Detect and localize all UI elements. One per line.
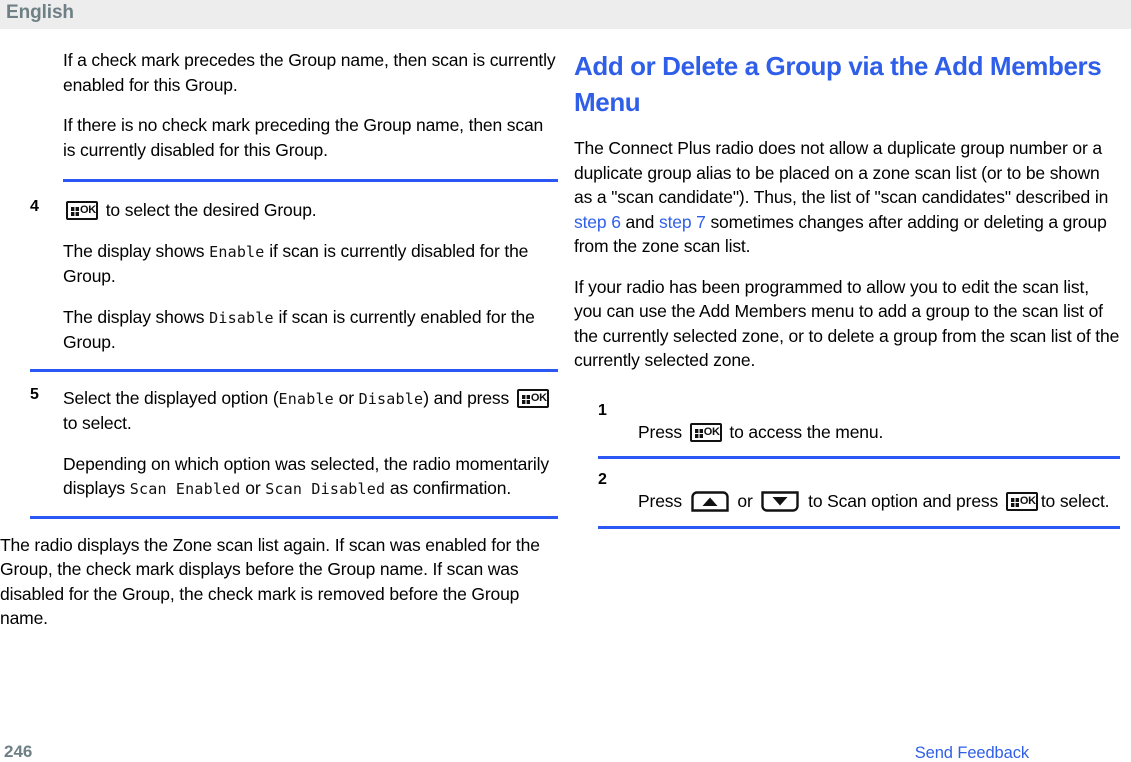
closing-paragraph: The radio displays the Zone scan list ag… [0, 534, 540, 629]
right-step-1-text: Press OK to access the menu. [638, 402, 1120, 445]
ok-key-text: OK [80, 204, 96, 216]
step-5-sub-mid: or [240, 478, 266, 498]
step-5-mono-disable: Disable [358, 389, 424, 408]
right-p1-mid: and [620, 211, 659, 232]
right-step-2: 2 Press or to Scan option and press OK t… [574, 471, 1120, 514]
step-5-pre: Select the displayed option ( [63, 387, 279, 408]
footer-page-number: 246 [4, 742, 33, 761]
down-arrow-key-shape [761, 491, 800, 512]
divider-below-right-step2 [598, 525, 1120, 529]
step-5-mono-enable: Enable [278, 389, 334, 408]
step-4-lead: OK to select the desired Group. [63, 198, 558, 223]
step-4-sub-1-mono: Enable [209, 242, 265, 261]
right-step-1-pre: Press [638, 421, 682, 442]
link-step-6[interactable]: step 6 [574, 212, 621, 232]
ok-key-grid-glyph [521, 394, 530, 404]
step-5: 5 Select the displayed option (Enable or… [12, 386, 558, 502]
left-column: If a check mark precedes the Group name,… [0, 48, 558, 631]
right-step-1-post: to access the menu. [724, 421, 884, 442]
up-arrow-key-shape [691, 491, 729, 512]
right-step-1-number: 1 [598, 401, 607, 419]
step-5-sub-post: as confirmation. [385, 478, 512, 498]
step-4-number: 4 [30, 198, 39, 215]
right-p1-pre: The Connect Plus radio does not allow a … [574, 138, 1109, 207]
ok-key-text: OK [530, 391, 547, 404]
step-4-sub-2-pre: The display shows [63, 306, 210, 327]
link-step-7[interactable]: step 7 [659, 212, 706, 232]
ok-key-text: OK [1019, 495, 1036, 507]
ok-key-icon[interactable]: OK [689, 422, 722, 442]
right-step-2-text: Press or to Scan option and press OK to … [638, 471, 1120, 514]
step-5-lead: Select the displayed option (Enable or D… [63, 386, 558, 436]
step-5-number: 5 [30, 385, 39, 403]
step-5-sub-mono-scan-disabled: Scan Disabled [265, 480, 386, 498]
step-4-sub-2-mono: Disable [209, 308, 274, 327]
right-paragraph-2: If your radio has been programmed to all… [574, 276, 1120, 371]
step-4-sub-2: The display shows Disable if scan is cur… [63, 305, 558, 355]
page-header-bar [0, 0, 1131, 29]
right-paragraph-1: The Connect Plus radio does not allow a … [574, 136, 1120, 259]
ok-key-text: OK [703, 425, 720, 438]
note-checkmark-disabled: If there is no check mark preceding the … [63, 115, 544, 160]
right-step-2-mid: or [732, 491, 758, 511]
step-4-sub-1: The display shows Enable if scan is curr… [63, 239, 558, 289]
ok-key-grid-glyph [71, 207, 79, 216]
step-5-sub-mono-scan-enabled: Scan Enabled [129, 480, 241, 498]
step-5-mid: or [333, 387, 359, 408]
right-column: Add or Delete a Group via the Add Member… [574, 48, 1120, 529]
step-4-lead-text: to select the desired Group. [101, 200, 317, 220]
down-arrow-key-icon[interactable] [761, 491, 800, 512]
step-4: 4 OK to select the desired Group. The di… [12, 198, 558, 355]
right-step-2-tail: to select. [1040, 491, 1110, 511]
step-5-post: ) and press [423, 387, 510, 408]
note-checkmark-enabled: If a check mark precedes the Group name,… [63, 50, 556, 95]
header-language-label: English [6, 2, 74, 23]
ok-key-grid-glyph [694, 428, 703, 438]
step-4-sub-1-pre: The display shows [63, 240, 210, 261]
manual-page: English If a check mark precedes the Gro… [0, 0, 1131, 762]
right-step-2-post: to Scan option and press [803, 491, 999, 511]
step-5-sub: Depending on which option was selected, … [63, 452, 558, 502]
section-heading: Add or Delete a Group via the Add Member… [574, 51, 1102, 117]
ok-key-icon[interactable]: OK [516, 388, 549, 408]
ok-key-icon[interactable]: OK [1005, 492, 1038, 511]
step-5-tail: to select. [63, 413, 132, 433]
ok-key-icon[interactable]: OK [66, 201, 98, 220]
right-step-1: 1 Press OK to access the menu. [574, 402, 1120, 445]
send-feedback-link[interactable]: Send Feedback [915, 744, 1029, 762]
up-arrow-key-icon[interactable] [691, 491, 729, 512]
ok-key-grid-glyph [1010, 498, 1019, 507]
right-step-2-number: 2 [598, 471, 607, 488]
right-step-2-pre: Press [638, 491, 682, 511]
